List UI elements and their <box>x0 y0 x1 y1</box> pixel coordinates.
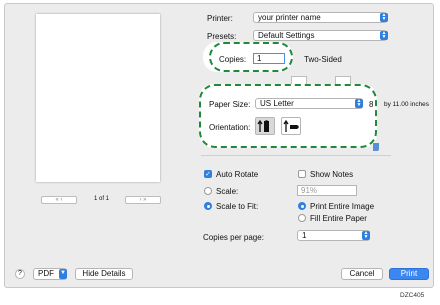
scale-to-fit-label: Scale to Fit: <box>216 202 259 211</box>
scale-label: Scale: <box>216 187 239 196</box>
presets-value: Default Settings <box>258 31 315 40</box>
print-entire-image-label: Print Entire Image <box>310 202 375 211</box>
paper-orientation-callout-outline <box>199 84 377 148</box>
help-icon: ? <box>18 270 22 277</box>
printer-label: Printer: <box>207 14 233 23</box>
print-entire-image-radio[interactable] <box>298 202 306 210</box>
hide-details-button[interactable]: Hide Details <box>75 268 133 280</box>
pdf-label: PDF <box>38 269 54 278</box>
show-notes-checkbox[interactable] <box>298 170 306 178</box>
presets-label: Presets: <box>207 32 237 41</box>
copies-per-page-arrows-icon: ▲ ▼ <box>362 230 370 240</box>
app-panel-select-partial[interactable] <box>373 143 379 151</box>
figure-code: DZC405 <box>400 292 425 299</box>
scale-input[interactable]: 91% <box>297 185 357 196</box>
page-indicator: 1 of 1 <box>94 196 110 202</box>
first-prev-page-button[interactable]: « ‹ <box>41 196 77 204</box>
preview-pager: « ‹ 1 of 1 › » <box>41 196 161 206</box>
cancel-label: Cancel <box>349 269 375 278</box>
print-label: Print <box>400 269 418 278</box>
next-last-page-button[interactable]: › » <box>125 196 161 204</box>
copies-per-page-label: Copies per page: <box>203 233 264 242</box>
fill-entire-paper-radio[interactable] <box>298 214 306 222</box>
paper-size-suffix: by 11.00 inches <box>384 101 430 108</box>
print-button[interactable]: Print <box>389 268 429 280</box>
copies-per-page-select[interactable]: 1 <box>297 230 370 241</box>
presets-select-arrows-icon: ▲ ▼ <box>380 30 388 40</box>
pdf-chevron-down-icon: ▼ <box>59 269 67 279</box>
fill-entire-paper-label: Fill Entire Paper <box>310 214 367 223</box>
section-divider <box>201 155 391 156</box>
presets-select[interactable]: Default Settings <box>253 30 387 41</box>
scale-to-fit-radio[interactable] <box>204 202 212 210</box>
cancel-button[interactable]: Cancel <box>341 268 383 280</box>
printer-select-arrows-icon: ▲ ▼ <box>380 12 388 22</box>
print-dialog: « ‹ 1 of 1 › » Printer: your printer nam… <box>4 3 434 288</box>
two-sided-label: Two-Sided <box>304 55 342 64</box>
copies-callout-outline <box>209 42 293 72</box>
page-preview <box>36 14 160 182</box>
show-notes-label: Show Notes <box>310 170 354 179</box>
hide-details-label: Hide Details <box>82 269 126 278</box>
auto-rotate-label: Auto Rotate <box>216 170 259 179</box>
help-button[interactable]: ? <box>15 269 25 279</box>
scale-value: 91% <box>301 186 318 195</box>
copies-per-page-value: 1 <box>302 231 307 240</box>
printer-value: your printer name <box>258 13 321 22</box>
auto-rotate-checkbox[interactable]: ✓ <box>204 170 212 178</box>
printer-select[interactable]: your printer name <box>253 12 387 23</box>
scale-radio[interactable] <box>204 187 212 195</box>
